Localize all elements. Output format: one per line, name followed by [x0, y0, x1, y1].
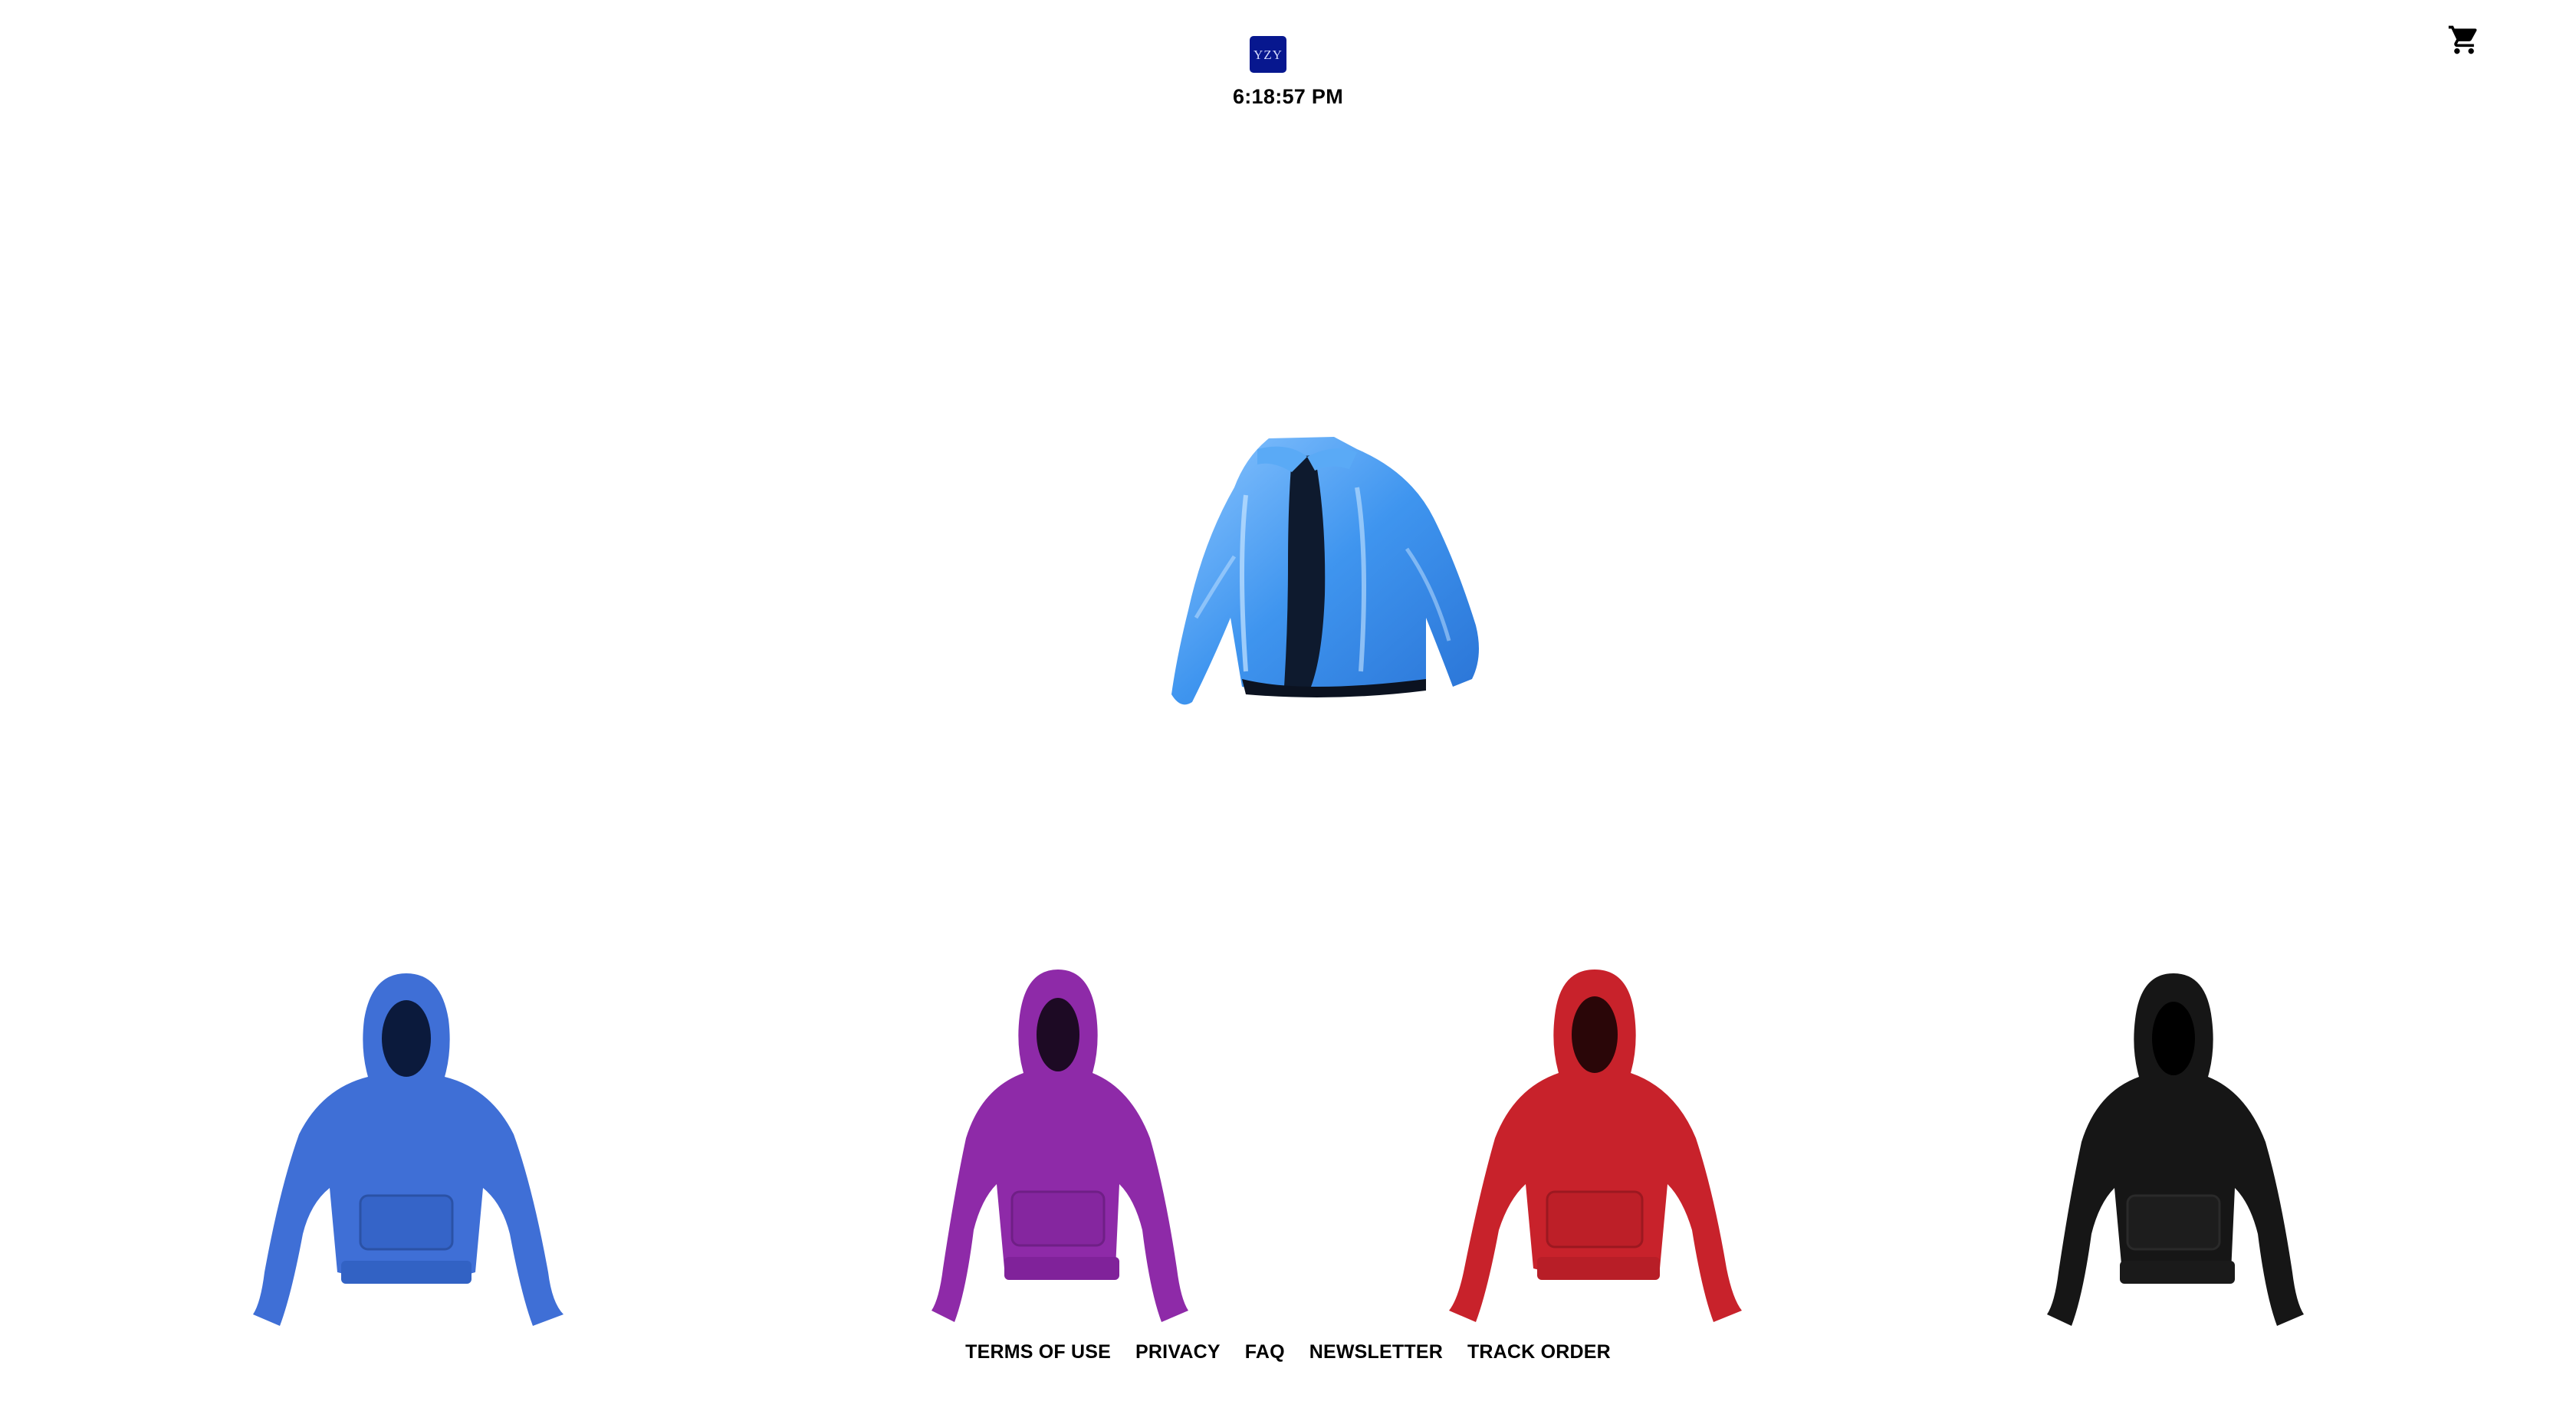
logo[interactable]: YZY — [1250, 36, 1286, 73]
product-puffer-jacket[interactable] — [1104, 426, 1503, 717]
product-hoodie-purple[interactable] — [897, 962, 1219, 1330]
logo-text: YZY — [1254, 47, 1283, 62]
purple-hoodie-image — [932, 970, 1188, 1322]
footer-link-privacy[interactable]: PRIVACY — [1135, 1337, 1221, 1367]
clock: 6:18:57 PM — [1232, 85, 1344, 108]
blue-hoodie-image — [253, 973, 564, 1326]
red-hoodie-image — [1449, 970, 1742, 1322]
product-hoodie-red[interactable] — [1411, 962, 1779, 1330]
puffer-jacket-image — [1171, 437, 1479, 705]
cart-icon[interactable] — [2447, 23, 2481, 57]
product-hoodie-black[interactable] — [2009, 966, 2338, 1334]
black-hoodie-image — [2047, 973, 2304, 1326]
page: YZY 6:18:57 PM TERMS OF USE PRIVACY FAQ … — [0, 0, 2576, 1401]
footer-link-newsletter[interactable]: NEWSLETTER — [1309, 1337, 1443, 1367]
header: YZY 6:18:57 PM — [0, 0, 2576, 123]
product-hoodie-blue[interactable] — [207, 966, 606, 1334]
footer-link-faq[interactable]: FAQ — [1245, 1337, 1285, 1367]
footer-nav: TERMS OF USE PRIVACY FAQ NEWSLETTER TRAC… — [0, 1337, 2576, 1367]
footer-link-terms[interactable]: TERMS OF USE — [965, 1337, 1111, 1367]
footer-link-track-order[interactable]: TRACK ORDER — [1467, 1337, 1611, 1367]
